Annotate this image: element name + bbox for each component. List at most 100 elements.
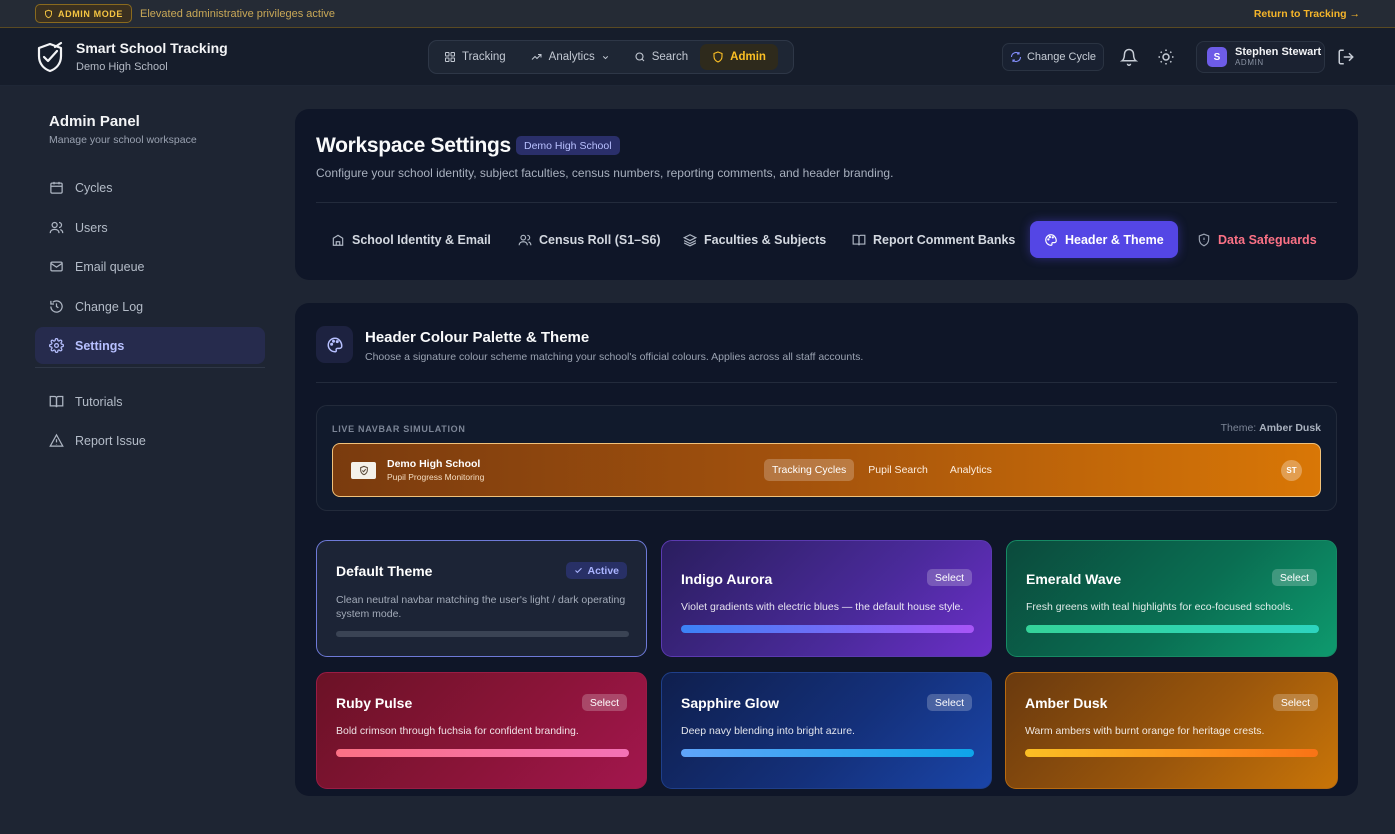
simulated-tagline: Pupil Progress Monitoring [387, 472, 485, 482]
theme-swatch-bar [681, 749, 974, 757]
simulated-link-tracking-cycles: Tracking Cycles [764, 459, 855, 481]
grid-icon [445, 52, 455, 62]
workspace-settings-panel: Workspace Settings Demo High School Conf… [295, 109, 1358, 280]
theme-select-button[interactable]: Select [926, 569, 972, 586]
user-menu[interactable]: S Stephen Stewart ADMIN [1196, 41, 1325, 73]
theme-swatch-bar [681, 625, 974, 633]
nav-tracking[interactable]: Tracking [432, 44, 518, 70]
shield-icon [1198, 233, 1210, 246]
simulation-label: LIVE NAVBAR SIMULATION [332, 424, 466, 434]
layers-icon [683, 233, 697, 246]
tab-school-identity[interactable]: School Identity & Email [317, 221, 505, 258]
palette-icon-tile [316, 326, 353, 363]
page-subtitle: Configure your school identity, subject … [316, 166, 894, 180]
app-title: Smart School Tracking [76, 40, 228, 56]
simulated-avatar: ST [1281, 460, 1302, 481]
nav-admin[interactable]: Admin [700, 44, 778, 70]
mail-icon [50, 261, 63, 272]
tab-divider [316, 202, 1337, 203]
search-icon [635, 52, 645, 62]
sidebar-item-settings[interactable]: Settings [35, 327, 265, 364]
theme-name: Amber Dusk [1025, 695, 1108, 711]
theme-description: Warm ambers with burnt orange for herita… [1025, 725, 1265, 737]
school-name: Demo High School [76, 61, 168, 73]
theme-card-ruby-pulse[interactable]: Ruby Pulse Select Bold crimson through f… [316, 672, 647, 789]
theme-card-amber-dusk[interactable]: Amber Dusk Select Warm ambers with burnt… [1005, 672, 1338, 789]
sidebar-item-report-issue[interactable]: Report Issue [35, 422, 265, 459]
theme-name: Default Theme [336, 563, 433, 579]
nav-search[interactable]: Search [622, 44, 700, 70]
return-to-tracking-link[interactable]: Return to Tracking → [1254, 8, 1360, 20]
change-cycle-button[interactable]: Change Cycle [1002, 43, 1104, 71]
simulated-logo-icon [351, 462, 376, 479]
theme-card-default[interactable]: Default Theme Active Clean neutral navba… [316, 540, 647, 657]
sidebar-divider [35, 367, 265, 368]
shield-icon [359, 465, 368, 476]
shield-icon [45, 9, 52, 18]
bell-icon[interactable] [1120, 48, 1138, 66]
sidebar-item-change-log[interactable]: Change Log [35, 288, 265, 325]
header-theme-panel: Header Colour Palette & Theme Choose a s… [295, 303, 1358, 796]
theme-select-button[interactable]: Select [581, 694, 627, 711]
logout-icon[interactable] [1337, 48, 1355, 66]
sidebar-item-cycles[interactable]: Cycles [35, 169, 265, 206]
admin-mode-badge: ADMIN MODE [35, 4, 132, 23]
school-chip: Demo High School [516, 136, 620, 155]
theme-active-badge: Active [566, 562, 627, 579]
sidebar-item-users[interactable]: Users [35, 209, 265, 246]
theme-swatch-bar [1026, 625, 1319, 633]
page-title: Workspace Settings [316, 134, 511, 157]
theme-select-button[interactable]: Select [1271, 569, 1317, 586]
simulated-link-pupil-search: Pupil Search [868, 464, 928, 476]
palette-icon [1045, 233, 1057, 246]
sidebar-item-tutorials[interactable]: Tutorials [35, 383, 265, 420]
chevron-down-icon [602, 55, 608, 59]
users-icon [49, 221, 64, 234]
theme-description: Clean neutral navbar matching the user's… [336, 594, 626, 620]
book-icon [852, 234, 866, 245]
theme-card-emerald-wave[interactable]: Emerald Wave Select Fresh greens with te… [1006, 540, 1337, 657]
trend-icon [531, 54, 542, 60]
theme-select-button[interactable]: Select [926, 694, 972, 711]
tab-header-theme[interactable]: Header & Theme [1030, 221, 1178, 258]
shield-icon [713, 51, 723, 63]
admin-banner: ADMIN MODE Elevated administrative privi… [0, 0, 1395, 28]
sidebar-subtitle: Manage your school workspace [49, 134, 197, 146]
calendar-icon [50, 181, 63, 194]
tab-report-comment-banks[interactable]: Report Comment Banks [838, 221, 1029, 258]
palette-icon [327, 336, 343, 353]
check-icon [575, 567, 583, 574]
tab-faculties-subjects[interactable]: Faculties & Subjects [669, 221, 840, 258]
user-name: Stephen Stewart [1235, 46, 1322, 58]
simulated-school-name: Demo High School [387, 458, 481, 470]
top-header: Smart School Tracking Demo High School T… [0, 28, 1395, 86]
sidebar-title: Admin Panel [49, 113, 140, 130]
theme-card-sapphire-glow[interactable]: Sapphire Glow Select Deep navy blending … [661, 672, 992, 789]
theme-select-button[interactable]: Select [1272, 694, 1318, 711]
sun-icon[interactable] [1157, 48, 1175, 66]
refresh-icon [1010, 51, 1022, 63]
book-icon [49, 395, 64, 408]
users-icon [518, 234, 532, 245]
tab-data-safeguards[interactable]: Data Safeguards [1183, 221, 1331, 258]
school-shield-logo-icon[interactable] [35, 41, 65, 73]
section-title: Header Colour Palette & Theme [365, 329, 590, 346]
section-divider [316, 382, 1337, 383]
theme-name: Ruby Pulse [336, 695, 413, 711]
theme-name: Indigo Aurora [681, 571, 773, 587]
sidebar-item-email-queue[interactable]: Email queue [35, 248, 265, 285]
theme-description: Violet gradients with electric blues — t… [681, 601, 964, 613]
theme-description: Bold crimson through fuchsia for confide… [336, 725, 579, 737]
user-role: ADMIN [1235, 58, 1264, 67]
gear-icon [49, 338, 64, 353]
building-icon [332, 234, 344, 246]
theme-swatch-bar [336, 631, 629, 637]
nav-analytics[interactable]: Analytics [518, 44, 622, 70]
theme-name: Sapphire Glow [681, 695, 780, 711]
avatar: S [1207, 47, 1227, 67]
tab-census-roll[interactable]: Census Roll (S1–S6) [504, 221, 675, 258]
theme-card-indigo-aurora[interactable]: Indigo Aurora Select Violet gradients wi… [661, 540, 992, 657]
simulated-navbar: Demo High School Pupil Progress Monitori… [332, 443, 1321, 497]
theme-name: Emerald Wave [1026, 571, 1122, 587]
theme-description: Deep navy blending into bright azure. [681, 725, 855, 737]
